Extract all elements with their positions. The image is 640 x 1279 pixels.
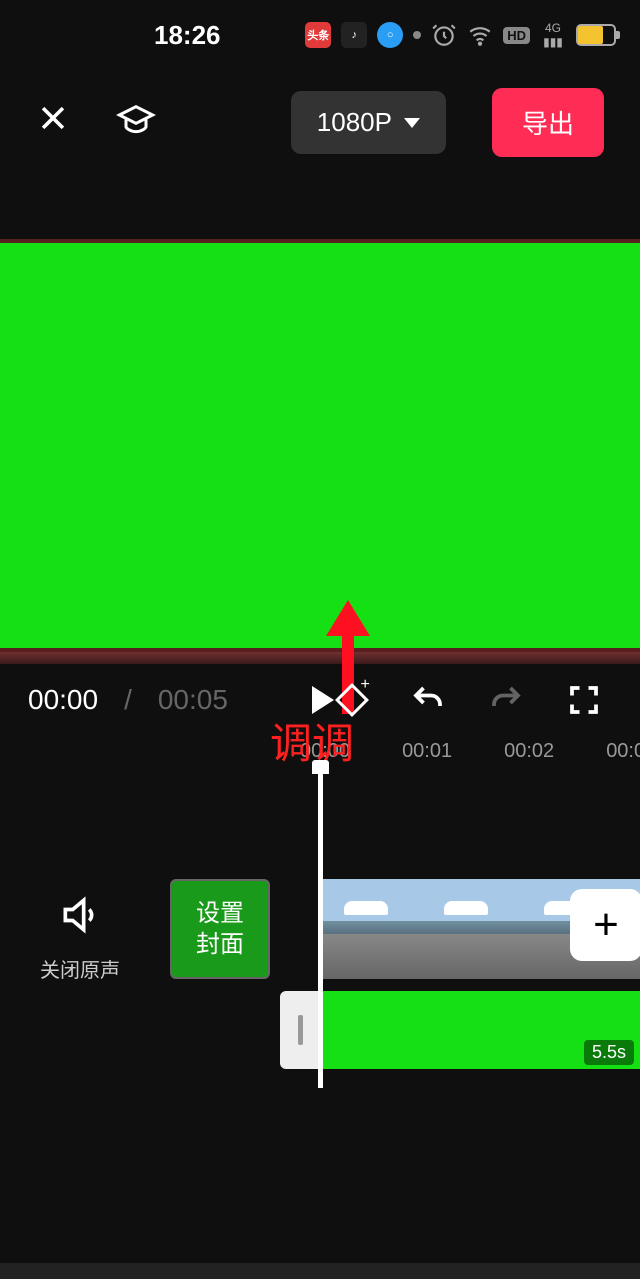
mute-label: 关闭原声: [40, 954, 120, 983]
clip-thumbnail[interactable]: [420, 879, 520, 979]
wifi-icon: [467, 22, 493, 48]
clip-thumbnail[interactable]: [320, 879, 420, 979]
close-button[interactable]: [36, 100, 70, 145]
resolution-dropdown[interactable]: 1080P: [291, 91, 446, 154]
playhead[interactable]: [318, 768, 323, 1088]
clip-handle-left[interactable]: [280, 991, 320, 1069]
timecode-duration: 00:05: [158, 684, 228, 716]
overlay-clip[interactable]: 5.5s: [320, 991, 640, 1069]
fullscreen-button[interactable]: [566, 682, 602, 718]
timecode-sep: /: [124, 684, 132, 716]
app-icon-douyin: ♪: [341, 22, 367, 48]
play-keyframe-button[interactable]: [312, 686, 364, 714]
top-toolbar: 1080P 导出: [0, 60, 640, 171]
video-preview[interactable]: [0, 239, 640, 664]
ruler-tick-label: 00:03: [606, 740, 640, 763]
overlay-track[interactable]: 5.5s: [280, 991, 640, 1069]
status-dot: [413, 31, 421, 39]
tutorial-icon[interactable]: [116, 100, 156, 145]
preview-area: [0, 239, 640, 664]
alarm-icon: [431, 22, 457, 48]
ruler-tick-label: 00:01: [402, 740, 452, 763]
playback-bar: 00:00 / 00:05: [0, 664, 640, 718]
keyframe-icon: [335, 683, 369, 717]
set-cover-button[interactable]: 设置 封面: [170, 879, 270, 979]
battery-icon: [576, 24, 616, 46]
bottom-toolbar: [0, 1263, 640, 1279]
clip-duration-badge: 5.5s: [584, 1040, 634, 1065]
status-time: 18:26: [154, 20, 221, 51]
ruler-tick-label: 00:02: [504, 740, 554, 763]
app-icon-toutiao: 头条: [305, 22, 331, 48]
add-clip-button[interactable]: +: [570, 889, 640, 961]
export-button[interactable]: 导出: [492, 88, 604, 157]
timecode-current: 00:00: [28, 684, 98, 716]
play-icon: [312, 686, 334, 714]
speaker-icon: [58, 893, 102, 937]
undo-button[interactable]: [410, 682, 446, 718]
hd-badge: HD: [503, 27, 530, 44]
signal-icon: 4G▮▮▮: [540, 22, 566, 48]
app-icon-browser: ○: [377, 22, 403, 48]
redo-button[interactable]: [488, 682, 524, 718]
mute-audio-button[interactable]: 关闭原声: [40, 893, 120, 983]
timeline[interactable]: 关闭原声 设置 封面 + 5.5s: [0, 773, 640, 1193]
status-bar: 18:26 头条 ♪ ○ HD 4G▮▮▮: [0, 0, 640, 60]
